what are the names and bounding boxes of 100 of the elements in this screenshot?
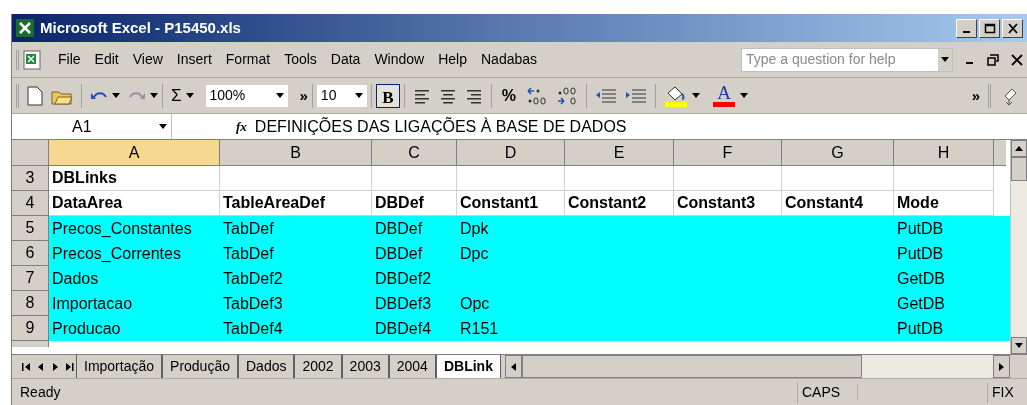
row-header[interactable]: 8: [12, 291, 49, 316]
dropdown-arrow-icon[interactable]: [275, 93, 284, 98]
scroll-right-icon[interactable]: [999, 362, 1004, 371]
table-cell-text: TabDef3: [222, 293, 284, 314]
table-cell-text: Dpc: [459, 243, 490, 264]
horizontal-scrollbar[interactable]: [504, 355, 1010, 378]
function-button[interactable]: fx: [236, 116, 247, 137]
column-header[interactable]: D: [457, 140, 565, 166]
menu-item[interactable]: Nadabas: [474, 49, 545, 70]
scroll-down-icon[interactable]: [1015, 343, 1023, 348]
menu-item[interactable]: Insert: [169, 49, 219, 70]
table-cell-text: Precos_Constantes: [51, 218, 193, 239]
table-cell-text: GetDB: [896, 293, 946, 314]
table-cell-text: TabDef2: [222, 268, 284, 289]
table-cell-text: DBDef2: [374, 268, 433, 289]
vertical-scrollbar[interactable]: [1010, 140, 1027, 354]
dropdown-arrow-icon[interactable]: [150, 93, 158, 98]
minimize-icon: [963, 30, 970, 33]
column-header[interactable]: E: [565, 140, 674, 166]
menu-item[interactable]: Format: [218, 49, 278, 70]
scroll-thumb[interactable]: [1011, 157, 1027, 181]
scroll-left-icon[interactable]: [510, 362, 516, 371]
table-cell-text: R151: [459, 318, 500, 339]
sheet-tab[interactable]: Produção: [162, 355, 238, 378]
column-header[interactable]: [994, 140, 1006, 166]
autosum-button[interactable]: Σ: [171, 82, 182, 109]
sheet-tab[interactable]: 2004: [388, 355, 436, 378]
column-header[interactable]: C: [372, 140, 457, 166]
row-header[interactable]: 6: [12, 241, 49, 266]
dropdown-arrow-icon[interactable]: [692, 93, 701, 98]
decrease-indent-icon[interactable]: [595, 86, 618, 105]
sheet-tab[interactable]: Importação: [76, 355, 163, 378]
align-right-icon[interactable]: [464, 87, 483, 104]
font-size-field[interactable]: 10: [316, 84, 367, 107]
bold-button[interactable]: B: [375, 83, 400, 108]
row-header[interactable]: 9: [12, 316, 49, 341]
menu-item[interactable]: View: [125, 49, 170, 70]
table-cell-text: PutDB: [896, 243, 945, 264]
menu-item[interactable]: Edit: [87, 49, 126, 70]
select-all-corner[interactable]: [12, 140, 49, 166]
align-left-icon[interactable]: [412, 87, 431, 104]
workbook-icon[interactable]: [23, 49, 43, 70]
dropdown-arrow-icon[interactable]: [112, 93, 120, 98]
increase-decimal-icon[interactable]: [526, 85, 549, 106]
formula-field[interactable]: DEFINIÇÕES DAS LIGAÇÕES À BASE DE DADOS: [254, 114, 627, 139]
menu-item[interactable]: File: [51, 49, 88, 70]
column-header[interactable]: B: [220, 140, 372, 166]
menu-item[interactable]: Help: [431, 49, 474, 70]
close-button[interactable]: [1002, 18, 1023, 38]
dropdown-arrow-icon[interactable]: [185, 93, 194, 98]
name-box[interactable]: A1: [12, 114, 172, 139]
row-header[interactable]: 7: [12, 266, 49, 291]
table-cell-text: Opc: [459, 293, 491, 314]
column-header[interactable]: F: [674, 140, 782, 166]
dropdown-arrow-icon[interactable]: [159, 124, 167, 129]
table-cell-text: TabDef: [222, 218, 275, 239]
menu-item[interactable]: Tools: [277, 49, 324, 70]
dropdown-arrow-icon[interactable]: [941, 57, 949, 62]
table-cell-text: Importacao: [51, 293, 134, 314]
menu-item[interactable]: Data: [323, 49, 368, 70]
row-header[interactable]: 3: [12, 166, 49, 191]
sheet-tab[interactable]: Dados: [238, 355, 295, 378]
sheet-tab[interactable]: 2003: [341, 355, 389, 378]
maximize-button[interactable]: [979, 18, 1000, 38]
decrease-decimal-icon[interactable]: [556, 85, 579, 106]
fixed-decimal-indicator: FIX: [987, 381, 1027, 403]
column-header[interactable]: G: [782, 140, 894, 166]
close-icon: [1006, 22, 1019, 34]
align-center-icon[interactable]: [438, 87, 457, 104]
table-cell-text: Dados: [51, 268, 100, 289]
scroll-up-icon[interactable]: [1015, 146, 1023, 151]
help-search-field[interactable]: Type a question for help: [741, 47, 953, 72]
column-header[interactable]: H: [894, 140, 994, 166]
close-icon[interactable]: [1011, 53, 1023, 66]
table-cell-text: GetDB: [896, 268, 946, 289]
spreadsheet-app-icon: [16, 19, 34, 37]
table-cell-text: TabDef: [222, 243, 275, 264]
fill-color-icon[interactable]: [664, 84, 689, 107]
restore-icon[interactable]: [987, 53, 999, 66]
toolbar-overflow-button[interactable]: »: [971, 88, 980, 103]
new-document-icon[interactable]: [27, 85, 43, 106]
scroll-thumb[interactable]: [521, 355, 862, 378]
row-header[interactable]: 5: [12, 216, 49, 241]
row-header[interactable]: 4: [12, 191, 49, 216]
sheet-tab[interactable]: DBLink: [435, 355, 501, 378]
menu-item[interactable]: Window: [367, 49, 432, 70]
increase-indent-icon[interactable]: [625, 86, 648, 105]
sheet-tab[interactable]: 2002: [294, 355, 342, 378]
column-header[interactable]: A: [49, 140, 220, 166]
font-color-button[interactable]: A: [712, 84, 737, 107]
minimize-button[interactable]: [956, 18, 977, 38]
window-title: Microsoft Excel - P15450.xls: [40, 17, 241, 38]
table-cell-text: Precos_Correntes: [51, 243, 182, 264]
table-cell-text: PutDB: [896, 318, 945, 339]
toolbar-overflow-button[interactable]: »: [299, 88, 308, 103]
dropdown-arrow-icon[interactable]: [740, 93, 749, 98]
table-cell-text: PutDB: [896, 218, 945, 239]
percent-button[interactable]: %: [501, 83, 517, 108]
dropdown-arrow-icon[interactable]: [354, 93, 363, 98]
zoom-field[interactable]: 100%: [205, 84, 288, 107]
